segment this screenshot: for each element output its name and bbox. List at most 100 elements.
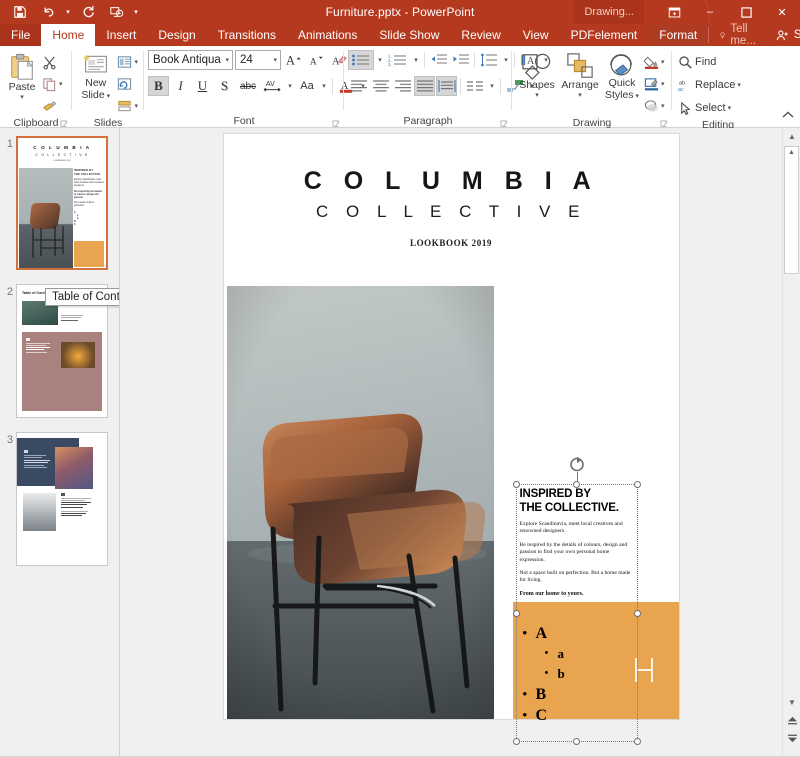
align-right-button[interactable]	[392, 76, 413, 96]
tab-slide-show[interactable]: Slide Show	[368, 24, 450, 46]
bullets-dropdown-icon[interactable]: ▾	[375, 50, 385, 70]
quick-styles-button[interactable]: Quick Styles ▾	[602, 49, 642, 101]
tell-me-search[interactable]: Tell me...	[708, 23, 770, 47]
paragraph-dialog-launcher[interactable]	[500, 118, 509, 127]
tab-pdfelement[interactable]: PDFelement	[560, 24, 649, 46]
resize-handle-tr[interactable]	[633, 481, 641, 488]
shape-effects-dropdown-icon[interactable]: ▾	[661, 102, 665, 110]
chevron-down-icon[interactable]: ▾	[221, 56, 229, 64]
undo-dropdown-icon[interactable]: ▾	[62, 1, 74, 23]
share-button[interactable]: Share	[770, 29, 800, 42]
thumbnail-slide-1[interactable]: 1 C O L U M B I A C O L L E C T I V E LO…	[0, 136, 119, 270]
current-slide[interactable]: C O L U M B I A C O L L E C T I V E LOOK…	[223, 134, 679, 745]
find-button[interactable]: Find	[676, 52, 743, 72]
replace-button[interactable]: ab ac Replace ▾	[676, 75, 743, 95]
drawing-dialog-launcher[interactable]	[660, 118, 669, 127]
next-slide-button[interactable]	[783, 730, 800, 746]
resize-handle-mr[interactable]	[633, 609, 641, 617]
font-family-combo[interactable]: Book Antiqua ▾	[148, 50, 233, 70]
font-size-combo[interactable]: 24 ▾	[235, 50, 281, 70]
character-spacing-dropdown-icon[interactable]: ▾	[285, 76, 295, 96]
tab-view[interactable]: View	[512, 24, 560, 46]
scroll-up-arrow-icon[interactable]: ▲	[783, 128, 800, 144]
bold-button[interactable]: B	[148, 76, 169, 96]
numbering-dropdown-icon[interactable]: ▾	[411, 50, 421, 70]
line-spacing-button[interactable]	[478, 50, 500, 70]
previous-slide-button[interactable]	[783, 712, 800, 728]
shape-fill-dropdown-icon[interactable]: ▾	[661, 58, 665, 66]
layout-button[interactable]: ▾	[115, 52, 140, 72]
start-presentation-icon[interactable]	[102, 1, 130, 23]
vertical-scrollbar[interactable]: ▲ ▲ ▼	[782, 128, 800, 756]
ribbon-display-options-icon[interactable]	[656, 0, 692, 24]
tab-review[interactable]: Review	[450, 24, 511, 46]
shape-outline-dropdown-icon[interactable]: ▾	[661, 80, 665, 88]
textbox-heading[interactable]: INSPIRED BY THE COLLECTIVE.	[520, 488, 636, 515]
arrange-button[interactable]: Arrange ▾	[558, 49, 602, 100]
arrange-dropdown-icon[interactable]: ▾	[578, 92, 582, 100]
tab-file[interactable]: File	[0, 24, 42, 46]
collapse-ribbon-button[interactable]	[782, 109, 794, 123]
textbox-body[interactable]: Explore Scandinavia, meet local creative…	[520, 521, 634, 604]
clipboard-dialog-launcher[interactable]	[60, 118, 69, 127]
columns-button[interactable]	[464, 76, 486, 96]
chair-photo[interactable]	[226, 286, 494, 719]
strikethrough-button[interactable]: abc	[236, 76, 260, 96]
align-center-button[interactable]	[370, 76, 391, 96]
tab-insert[interactable]: Insert	[95, 24, 147, 46]
tab-format[interactable]: Format	[648, 24, 709, 46]
chevron-down-icon[interactable]: ▾	[269, 56, 277, 64]
section-button[interactable]: ▾	[115, 96, 140, 116]
align-left-button[interactable]	[348, 76, 369, 96]
maximize-button[interactable]	[728, 0, 764, 24]
italic-button[interactable]: I	[170, 76, 191, 96]
bullets-button[interactable]	[348, 50, 374, 70]
tab-home[interactable]: Home	[41, 24, 96, 46]
justify-button[interactable]	[414, 76, 435, 96]
slide-title[interactable]: C O L U M B I A	[224, 167, 679, 196]
paste-button[interactable]: Paste ▾	[4, 49, 40, 102]
resize-handle-tl[interactable]	[512, 481, 520, 488]
change-case-button[interactable]: Aa	[296, 76, 318, 96]
character-spacing-button[interactable]: AV	[261, 76, 284, 96]
replace-dropdown-icon[interactable]: ▾	[737, 81, 741, 89]
slide-subtitle[interactable]: C O L L E C T I V E	[224, 202, 679, 222]
tab-transitions[interactable]: Transitions	[207, 24, 287, 46]
paste-dropdown-icon[interactable]: ▾	[20, 94, 24, 102]
section-dropdown-icon[interactable]: ▾	[134, 102, 138, 110]
font-dialog-launcher[interactable]	[332, 118, 341, 127]
decrease-indent-button[interactable]	[428, 50, 449, 70]
reset-button[interactable]	[115, 74, 140, 94]
underline-button[interactable]: U	[192, 76, 213, 96]
close-button[interactable]: ✕	[764, 0, 800, 24]
save-icon[interactable]	[6, 1, 34, 23]
thumbnail-frame[interactable]: C O L U M B I A C O L L E C T I V E LOOK…	[16, 136, 108, 270]
minimize-button[interactable]: –	[692, 0, 728, 24]
copy-button[interactable]: ▾	[40, 74, 65, 94]
scrollbar-thumb[interactable]: ▲	[784, 146, 799, 274]
line-spacing-dropdown-icon[interactable]: ▾	[501, 50, 511, 70]
cut-button[interactable]	[40, 52, 65, 72]
redo-icon[interactable]	[74, 1, 102, 23]
tab-design[interactable]: Design	[147, 24, 206, 46]
customize-qat-icon[interactable]: ▾	[130, 1, 142, 23]
shapes-dropdown-icon[interactable]: ▾	[535, 92, 539, 100]
columns-dropdown-icon[interactable]: ▾	[487, 76, 497, 96]
resize-handle-br[interactable]	[633, 738, 641, 745]
shapes-button[interactable]: Shapes ▾	[516, 49, 558, 100]
change-case-dropdown-icon[interactable]: ▾	[319, 76, 329, 96]
decrease-font-size-button[interactable]: A	[306, 50, 327, 70]
layout-dropdown-icon[interactable]: ▾	[134, 58, 138, 66]
selected-text-box[interactable]: INSPIRED BY THE COLLECTIVE. Explore Scan…	[512, 456, 641, 745]
select-dropdown-icon[interactable]: ▾	[728, 104, 732, 112]
rotate-handle[interactable]	[568, 455, 586, 473]
increase-font-size-button[interactable]: A	[283, 50, 304, 70]
format-painter-button[interactable]	[40, 96, 65, 116]
increase-indent-button[interactable]	[450, 50, 471, 70]
undo-icon[interactable]	[34, 1, 62, 23]
resize-handle-bl[interactable]	[512, 738, 520, 745]
select-button[interactable]: Select ▾	[676, 98, 743, 118]
scroll-down-arrow-icon[interactable]: ▼	[783, 694, 800, 710]
slide-thumbnail-pane[interactable]: 1 C O L U M B I A C O L L E C T I V E LO…	[0, 128, 120, 756]
distributed-button[interactable]	[436, 76, 457, 96]
